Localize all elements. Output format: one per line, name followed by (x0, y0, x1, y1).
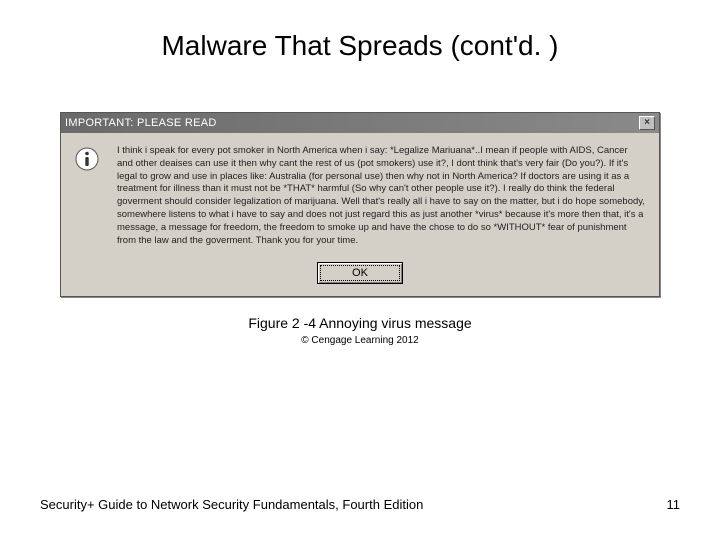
dialog-window: IMPORTANT: PLEASE READ × I think i speak… (60, 112, 660, 297)
info-icon (75, 147, 103, 248)
dialog-button-row: OK (61, 256, 659, 296)
copyright-text: © Cengage Learning 2012 (40, 335, 680, 346)
slide-title: Malware That Spreads (cont'd. ) (40, 30, 680, 62)
dialog-message: I think i speak for every pot smoker in … (117, 145, 645, 248)
figure-caption: Figure 2 -4 Annoying virus message (40, 315, 680, 331)
dialog-title-text: IMPORTANT: PLEASE READ (65, 117, 217, 129)
dialog-body: I think i speak for every pot smoker in … (61, 133, 659, 256)
close-icon[interactable]: × (639, 116, 655, 130)
footer-text: Security+ Guide to Network Security Fund… (40, 497, 423, 512)
slide-footer: Security+ Guide to Network Security Fund… (40, 497, 680, 512)
ok-button[interactable]: OK (317, 262, 403, 284)
dialog-titlebar: IMPORTANT: PLEASE READ × (61, 113, 659, 133)
caption-area: Figure 2 -4 Annoying virus message © Cen… (40, 315, 680, 346)
slide-container: Malware That Spreads (cont'd. ) IMPORTAN… (0, 0, 720, 540)
page-number: 11 (667, 497, 681, 512)
